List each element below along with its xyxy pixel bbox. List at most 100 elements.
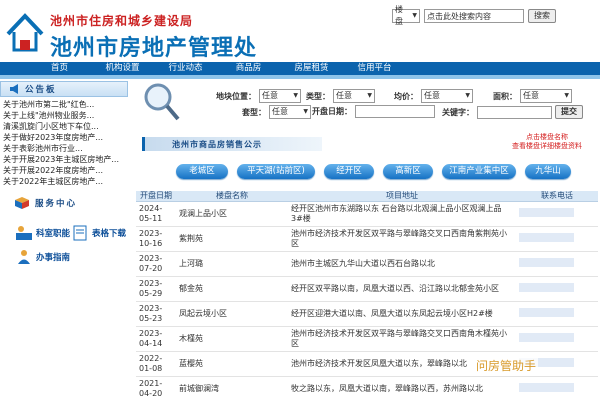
notice-item[interactable]: 关于2022年主城区房地产... xyxy=(3,176,128,187)
price-select[interactable]: 任意 ▼ xyxy=(421,89,473,103)
table-header-row: 开盘日期 楼盘名称 项目地址 联系电话 xyxy=(136,191,598,202)
style-select[interactable]: 任意 ▼ xyxy=(269,105,311,119)
property-name-link[interactable]: 紫荆苑 xyxy=(176,226,288,252)
main-content: 地块位置： 任意 ▼ 类型： 任意 ▼ 均价： 任意 ▼ 面积： 任意 ▼ 套型： 任意… xyxy=(136,81,600,400)
service-header: 服务中心 xyxy=(0,195,128,211)
area-select[interactable]: 任意 ▼ xyxy=(520,89,572,103)
open-date-filter: 开盘日期： xyxy=(312,105,435,118)
person-icon xyxy=(18,250,30,264)
property-name-link[interactable]: 观澜上品小区 xyxy=(176,201,288,227)
property-name-link[interactable]: 前城御澜湾 xyxy=(176,376,288,400)
table-row: 2023-05-23 凤起云境小区 经开区迎港大道以南、凤凰大道以东凤起云境小区… xyxy=(136,301,598,327)
section-hint: 点击楼盘名称 查看楼盘详细楼盘资料 xyxy=(512,133,582,150)
cube-icon xyxy=(15,197,29,209)
nav-news[interactable]: 行业动态 xyxy=(154,62,217,75)
property-name-link[interactable]: 木槿苑 xyxy=(176,326,288,352)
district-tab-old-town[interactable]: 老城区 xyxy=(176,164,228,179)
notice-item[interactable]: 关于开展2023年主城区房地产... xyxy=(3,154,128,165)
chevron-down-icon: ▼ xyxy=(465,92,470,99)
contact-phone xyxy=(516,326,598,352)
property-name-link[interactable]: 上河璐 xyxy=(176,251,288,277)
style-filter: 套型： 任意 ▼ xyxy=(242,105,311,119)
notice-item[interactable]: 关于表彰池州市行业... xyxy=(3,143,128,154)
watermark: 问房管助手 xyxy=(474,356,539,375)
notice-item[interactable]: 关于上线"池州物业服务... xyxy=(3,110,128,121)
type-select[interactable]: 任意 ▼ xyxy=(333,89,375,103)
search-input[interactable]: 点击此处搜索内容 xyxy=(424,9,524,23)
nav-divider xyxy=(0,75,600,79)
property-name-link[interactable]: 郁金苑 xyxy=(176,276,288,302)
contact-phone xyxy=(516,276,598,302)
site-title: 池州市房地产管理处 xyxy=(50,36,258,61)
house-logo-icon xyxy=(6,13,44,52)
masked-phone xyxy=(519,208,574,217)
bureau-name: 池州市住房和城乡建设局 xyxy=(50,14,194,28)
nav-home[interactable]: 首页 xyxy=(28,62,91,75)
open-date-input[interactable] xyxy=(355,105,435,118)
masked-phone xyxy=(519,258,574,267)
chevron-down-icon: ▼ xyxy=(293,92,298,99)
contact-phone xyxy=(516,226,598,252)
masked-phone xyxy=(519,283,574,292)
chevron-down-icon: ▼ xyxy=(564,92,569,99)
district-tab-jiuhua-mountain[interactable]: 九华山 xyxy=(525,164,571,179)
district-tab-jiangnan-industry[interactable]: 江南产业集中区 xyxy=(442,164,516,179)
table-row: 2024-05-11 观澜上品小区 经开区池州市东湖路以东 石台路以北观澜上品小… xyxy=(136,201,598,227)
nav-org[interactable]: 机构设置 xyxy=(91,62,154,75)
open-date: 2023-10-16 xyxy=(136,226,176,252)
chevron-down-icon: ▼ xyxy=(303,108,308,115)
nav-rental[interactable]: 房屋租赁 xyxy=(280,62,343,75)
search-scope-select[interactable]: 楼盘 ▼ xyxy=(392,5,420,26)
col-address: 项目地址 xyxy=(288,191,516,202)
site-header: 池州市住房和城乡建设局 池州市房地产管理处 楼盘 ▼ 点击此处搜索内容 搜索 xyxy=(0,0,600,61)
magnifier-icon xyxy=(144,83,180,121)
contact-phone xyxy=(516,376,598,400)
form-download-link[interactable]: 表格下载 xyxy=(70,225,126,241)
masked-phone xyxy=(519,383,574,392)
watermark-text: 问房管助手 xyxy=(476,359,537,373)
filter-submit-button[interactable]: 提交 xyxy=(555,105,583,119)
col-phone: 联系电话 xyxy=(516,191,598,202)
district-tab-high-tech[interactable]: 高新区 xyxy=(383,164,433,179)
notice-item[interactable]: 关于开展2022年度房地产... xyxy=(3,165,128,176)
open-date: 2023-05-23 xyxy=(136,301,176,327)
property-address: 池州市主城区九华山大道以西石台路以北 xyxy=(288,251,516,277)
col-open-date: 开盘日期 xyxy=(136,191,176,202)
document-icon xyxy=(73,225,87,241)
nav-commercial-housing[interactable]: 商品房 xyxy=(217,62,280,75)
contact-phone xyxy=(516,301,598,327)
dept-duties-link[interactable]: 科室职能 xyxy=(14,225,70,241)
sales-notice-header: 池州市商品房销售公示 点击楼盘名称 查看楼盘详细楼盘资料 xyxy=(142,133,590,155)
notice-item[interactable]: 关于池州市第二批"红色... xyxy=(3,99,128,110)
left-sidebar: 公告板 关于池州市第二批"红色... 关于上线"池州物业服务... 清溪凯旋门小… xyxy=(0,81,128,400)
notice-list: 关于池州市第二批"红色... 关于上线"池州物业服务... 清溪凯旋门小区地下车… xyxy=(0,97,128,187)
megaphone-icon xyxy=(10,84,18,94)
area-filter: 面积： 任意 ▼ xyxy=(493,89,572,103)
search-button[interactable]: 搜索 xyxy=(528,9,556,23)
main-nav: 首页 机构设置 行业动态 商品房 房屋租赁 信用平台 xyxy=(0,62,600,75)
table-row: 2023-10-16 紫荆苑 池州市经济技术开发区双平路与翠峰路交叉口西南角紫荆… xyxy=(136,226,598,252)
open-date: 2023-05-29 xyxy=(136,276,176,302)
price-filter: 均价： 任意 ▼ xyxy=(394,89,473,103)
district-tab-pingtian-lake[interactable]: 平天湖(站前区) xyxy=(237,164,315,179)
property-name-link[interactable]: 蓝樱苑 xyxy=(176,351,288,377)
open-date: 2024-05-11 xyxy=(136,201,176,227)
location-select[interactable]: 任意 ▼ xyxy=(259,89,301,103)
chevron-down-icon: ▼ xyxy=(367,92,372,99)
property-name-link[interactable]: 凤起云境小区 xyxy=(176,301,288,327)
notice-item[interactable]: 清溪凯旋门小区地下车位... xyxy=(3,121,128,132)
keyword-filter: 关键字： 提交 xyxy=(442,105,583,119)
nav-credit[interactable]: 信用平台 xyxy=(343,62,406,75)
notice-item[interactable]: 关于做好2023年度房地产... xyxy=(3,132,128,143)
open-date: 2022-01-08 xyxy=(136,351,176,377)
service-guide-link[interactable]: 办事指南 xyxy=(14,249,70,265)
masked-phone xyxy=(519,233,574,242)
property-address: 池州市经济技术开发区双平路与翠峰路交叉口西南角紫荆苑小区 xyxy=(288,226,516,252)
property-address: 经开区池州市东湖路以东 石台路以北观澜上品小区观澜上品3#楼 xyxy=(288,201,516,227)
property-address: 池州市经济技术开发区双平路与翠峰路交叉口西南角木槿苑小区 xyxy=(288,326,516,352)
property-address: 经开区迎港大道以南、凤凰大道以东凤起云境小区H2#楼 xyxy=(288,301,516,327)
service-title: 服务中心 xyxy=(35,199,78,209)
keyword-input[interactable] xyxy=(477,105,552,119)
district-tab-economic-dev[interactable]: 经开区 xyxy=(324,164,374,179)
section-title: 池州市商品房销售公示 xyxy=(172,140,262,149)
